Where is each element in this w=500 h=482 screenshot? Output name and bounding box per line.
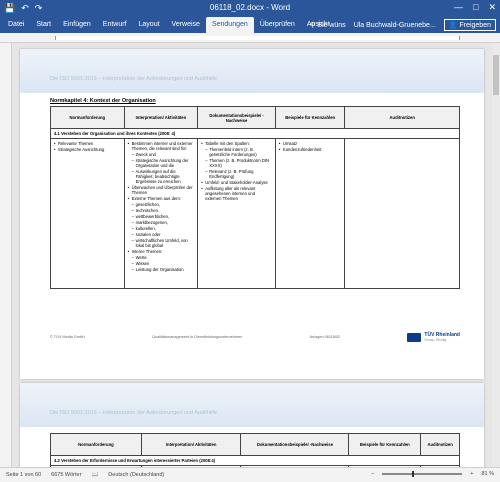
tuv-tagline: Genau. Richtig. bbox=[424, 338, 448, 342]
footer-title: Qualitätsmanagement in Dienstleistungsun… bbox=[152, 335, 243, 339]
column-header: Normanforderung bbox=[50, 433, 142, 456]
column-header: Beispiele für Kennzahlen bbox=[274, 106, 346, 129]
list-item: Themen (z. B. Produktnorm DIN XXXX) bbox=[201, 158, 272, 168]
title-bar: 💾 ↶ ↷ 06118_02.docx - Word — □ ✕ bbox=[0, 0, 500, 17]
list-item: Relevante Themen bbox=[54, 141, 121, 146]
tuv-logo: TÜV Rheinland Genau. Richtig. bbox=[407, 332, 460, 342]
list-item: Relevanz (z. B. Prüfung Endfertigung) bbox=[201, 169, 272, 179]
page-header-band bbox=[20, 49, 484, 93]
minimize-icon[interactable]: — bbox=[454, 2, 463, 13]
tuv-mark-icon bbox=[407, 332, 422, 342]
chapter-heading: Normkapitel 4: Kontext der Organisation bbox=[50, 98, 156, 104]
list-item: Externe Themen aus dem: bbox=[128, 196, 195, 201]
section-heading: 4.2 Verstehen der Erfordernisse und Erwa… bbox=[50, 455, 460, 466]
table-cell-interpretation: Bestimmen interner und externer Themen, … bbox=[123, 138, 199, 289]
list-item: gesetzlichen, bbox=[128, 202, 195, 207]
list-item: Interne Themen: bbox=[128, 249, 195, 254]
ruler-scale bbox=[55, 36, 460, 40]
page-header-text: Die ISO 9001:2015 – Interpretation der A… bbox=[50, 76, 217, 82]
list-item: Werte bbox=[128, 255, 195, 260]
requirements-table: Normanforderung Interpretation/ Aktivität… bbox=[50, 106, 460, 289]
share-button[interactable]: 👤 Freigeben bbox=[443, 19, 496, 31]
word-count[interactable]: 6675 Wörter bbox=[51, 472, 81, 478]
list-item: Bestimmen interner und externer Themen, … bbox=[128, 141, 195, 151]
column-header: Auditnotizen bbox=[344, 106, 460, 129]
page-2: Die ISO 9001:2015 – Interpretation der A… bbox=[20, 383, 484, 467]
column-header: Normanforderung bbox=[50, 106, 125, 129]
list-item: wettbewerblichen, bbox=[128, 214, 195, 219]
zoom-slider-knob[interactable] bbox=[412, 471, 415, 477]
list-item: Tabelle mit den Spalten: bbox=[201, 141, 272, 146]
list-item: Auswirkungen auf die Fähigkeit, beabsich… bbox=[128, 169, 195, 184]
vertical-ruler[interactable] bbox=[0, 43, 12, 467]
footer-copyright: © TÜV Media GmbH bbox=[50, 335, 85, 339]
list-item: Zweck und bbox=[128, 152, 195, 157]
section-heading: 4.1 Verstehen der Organisation und ihres… bbox=[50, 128, 460, 139]
page-header-band bbox=[20, 383, 484, 427]
table-cell-kpi: UmsatzKundenzufriedenheit bbox=[274, 138, 346, 289]
column-header: Dokumentationsbeispiele/ -Nachweise bbox=[240, 433, 350, 456]
tab-überprüfen[interactable]: Überprüfen bbox=[254, 17, 301, 33]
tab-entwurf[interactable]: Entwurf bbox=[97, 17, 133, 33]
zoom-slider[interactable] bbox=[382, 471, 463, 477]
table-cell-audit-notes bbox=[344, 138, 460, 289]
list-item: wirtschaftlichen Umfeld, von lokal bis g… bbox=[128, 238, 195, 248]
column-header: Dokumentationsbeispiele/ -Nachweise bbox=[197, 106, 276, 129]
list-item: Strategische Ausrichtung bbox=[54, 147, 121, 152]
user-name[interactable]: Ula Buchwald-Gruenebe... bbox=[354, 22, 436, 29]
list-item: sozialen oder bbox=[128, 232, 195, 237]
requirements-table-2: Normanforderung Interpretation/ Aktivität… bbox=[50, 433, 460, 467]
column-header: Auditnotizen bbox=[420, 433, 460, 456]
list-item: Wissen bbox=[128, 261, 195, 266]
page-footer: © TÜV Media GmbH Qualitätsmanagement in … bbox=[50, 332, 460, 342]
language[interactable]: Deutsch (Deutschland) bbox=[108, 472, 164, 478]
document-canvas[interactable]: Die ISO 9001:2015 – Interpretation der A… bbox=[12, 43, 492, 467]
list-item: technischen, bbox=[128, 208, 195, 213]
list-item: kulturellen, bbox=[128, 226, 195, 231]
page-header-text: Die ISO 9001:2015 – Interpretation der A… bbox=[50, 410, 217, 416]
tab-layout[interactable]: Layout bbox=[133, 17, 166, 33]
tab-datei[interactable]: Datei bbox=[2, 17, 30, 33]
status-bar: Seite 1 von 60 6675 Wörter 📖 Deutsch (De… bbox=[0, 467, 500, 482]
tell-me-label: Sie wüns bbox=[317, 22, 346, 29]
page-count[interactable]: Seite 1 von 60 bbox=[6, 472, 41, 478]
tab-sendungen[interactable]: Sendungen bbox=[205, 17, 254, 33]
tab-start[interactable]: Start bbox=[30, 17, 57, 33]
column-header: Interpretation/ Aktivitäten bbox=[123, 106, 199, 129]
column-header: Beispiele für Kennzahlen bbox=[348, 433, 422, 456]
list-item: Leistung der Organisation bbox=[128, 267, 195, 272]
list-item: Kundenzufriedenheit bbox=[279, 147, 342, 152]
list-item: strategische Ausrichtung der Organisatio… bbox=[128, 158, 195, 168]
list-item: Überwachen und Überprüfen der Themen bbox=[128, 185, 195, 195]
list-item: Themenfeld intern (z. B. gesetzliche For… bbox=[201, 147, 272, 157]
zoom-out-button[interactable]: − bbox=[371, 471, 374, 477]
horizontal-ruler[interactable] bbox=[0, 33, 500, 43]
scrollbar-thumb[interactable] bbox=[493, 55, 499, 95]
maximize-icon[interactable]: □ bbox=[473, 2, 478, 13]
tell-me-box[interactable]: ⚲ Sie wüns bbox=[310, 21, 345, 29]
list-item: Umfeld- und Stakeholder-Analyse bbox=[201, 180, 272, 185]
table-cell-documentation: Tabelle mit den Spalten:Themenfeld inter… bbox=[197, 138, 276, 289]
tab-verweise[interactable]: Verweise bbox=[166, 17, 206, 33]
table-cell-requirement: Relevante ThemenStrategische Ausrichtung bbox=[50, 138, 125, 289]
close-icon[interactable]: ✕ bbox=[488, 2, 496, 13]
share-label: Freigeben bbox=[459, 22, 491, 29]
list-item: Auflistung aller als relevant angesehene… bbox=[201, 186, 272, 201]
column-header: Interpretation/ Aktivitäten bbox=[140, 433, 242, 456]
zoom-level[interactable]: 81 % bbox=[481, 471, 494, 477]
vertical-scrollbar[interactable] bbox=[492, 43, 500, 467]
tab-einfügen[interactable]: Einfügen bbox=[57, 17, 97, 33]
window-title: 06118_02.docx - Word bbox=[209, 3, 291, 12]
footer-page-ref: Anlagen 06118/02 bbox=[309, 335, 341, 339]
proofing-icon[interactable]: 📖 bbox=[91, 472, 98, 478]
page-1: Die ISO 9001:2015 – Interpretation der A… bbox=[20, 49, 484, 379]
list-item: Umsatz bbox=[279, 141, 342, 146]
zoom-in-button[interactable]: + bbox=[470, 471, 473, 477]
ribbon-tabs: Datei Start Einfügen Entwurf Layout Verweise S… bbox=[0, 17, 500, 33]
list-item: marktbezogenen, bbox=[128, 220, 195, 225]
